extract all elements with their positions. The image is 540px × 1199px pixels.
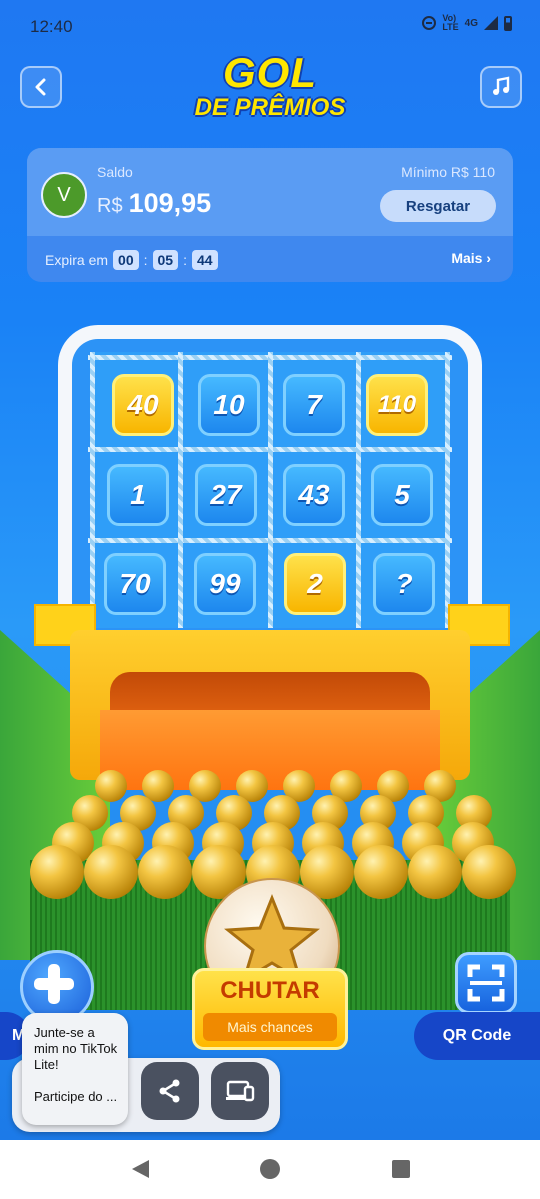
share-message: Junte-se a mim no TikTok Lite!	[34, 1025, 118, 1072]
gold-ball	[138, 845, 192, 899]
network-label: 4G	[464, 17, 478, 29]
avatar: V	[41, 172, 87, 218]
prize-tile: 99	[194, 553, 256, 615]
music-button[interactable]	[480, 66, 522, 108]
prize-tile: ?	[373, 553, 435, 615]
home-circle-icon[interactable]	[259, 1158, 281, 1180]
expiry-label: Expira em	[45, 252, 109, 268]
minimum-label: Mínimo R$ 110	[401, 164, 495, 180]
share-button[interactable]	[141, 1062, 199, 1120]
page-title: GOL DE PRÊMIOS	[0, 52, 540, 120]
net-rope	[90, 352, 95, 628]
prize-tile: 110	[366, 374, 428, 436]
prize-tile: 27	[195, 464, 257, 526]
balance-value: R$ 109,95	[97, 188, 211, 219]
status-time: 12:40	[30, 17, 73, 36]
qr-code-icon	[467, 964, 505, 1002]
prize-tile: 10	[198, 374, 260, 436]
timer-hours: 00	[113, 250, 139, 270]
net-rope	[356, 352, 361, 628]
prize-tile: 43	[283, 464, 345, 526]
balance-card: V Saldo R$ 109,95 Mínimo R$ 110 Resgatar …	[27, 148, 513, 282]
balance-currency: R$	[97, 195, 123, 217]
system-nav-bar	[0, 1140, 540, 1199]
share-participate: Participe do ...	[34, 1089, 118, 1104]
plus-icon	[34, 964, 74, 1004]
qr-code-button[interactable]: QR Code	[414, 1012, 540, 1060]
prize-tile: 7	[283, 374, 345, 436]
timer-separator: :	[183, 252, 187, 268]
prize-tile: 1	[107, 464, 169, 526]
music-note-icon	[493, 76, 510, 95]
status-icons: Vo) LTE 4G	[422, 14, 512, 32]
recents-square-icon[interactable]	[390, 1158, 412, 1180]
prize-tile: 40	[112, 374, 174, 436]
title-line-1: GOL	[223, 49, 317, 96]
net-rope	[178, 352, 183, 628]
net-rope	[268, 352, 273, 628]
dnd-icon	[422, 16, 437, 30]
signal-icon	[484, 16, 498, 30]
gold-ball	[30, 845, 84, 899]
title-line-2: DE PRÊMIOS	[194, 94, 346, 121]
gold-ball	[84, 845, 138, 899]
battery-icon	[504, 15, 512, 31]
volte-icon: Vo) LTE	[442, 13, 459, 32]
expiry-timer: Expira em 00 : 05 : 44	[45, 250, 218, 270]
prize-tile: 2	[284, 553, 346, 615]
more-chances-label: Mais chances	[203, 1013, 337, 1041]
gold-ball	[462, 845, 516, 899]
timer-seconds: 44	[191, 250, 218, 270]
status-bar: 12:40 Vo) LTE 4G	[0, 0, 540, 56]
kick-label: CHUTAR	[220, 977, 320, 1004]
prize-tile: 70	[104, 553, 166, 615]
timer-separator: :	[143, 252, 148, 268]
timer-minutes: 05	[152, 250, 179, 270]
devices-button[interactable]	[211, 1062, 269, 1120]
redeem-button[interactable]: Resgatar	[380, 190, 496, 222]
devices-icon	[226, 1080, 255, 1102]
share-message-card[interactable]: Junte-se a mim no TikTok Lite! Participe…	[22, 1013, 128, 1125]
net-rope	[445, 352, 450, 628]
gold-ball	[408, 845, 462, 899]
gold-ball	[354, 845, 408, 899]
prize-tile: 5	[371, 464, 433, 526]
balance-amount: 109,95	[128, 188, 212, 218]
qr-scan-icon[interactable]	[455, 952, 517, 1014]
back-triangle-icon[interactable]	[129, 1158, 151, 1180]
kick-button[interactable]: CHUTAR Mais chances	[192, 968, 348, 1050]
more-link[interactable]: Mais ›	[451, 250, 491, 266]
balance-label: Saldo	[97, 164, 133, 180]
share-icon	[159, 1079, 180, 1103]
